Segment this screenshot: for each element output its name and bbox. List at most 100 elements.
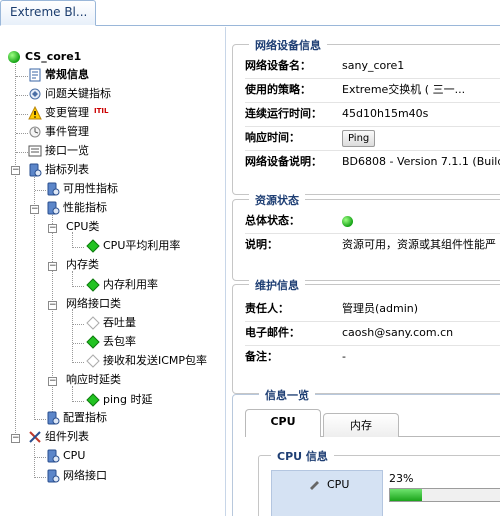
tree-connector (73, 324, 84, 325)
tree-item-label: CPU平均利用率 (103, 239, 181, 252)
collapse-toggle[interactable]: − (48, 301, 57, 310)
tree-item-label: 吞吐量 (103, 316, 136, 329)
field-label: 责任人： (245, 302, 289, 315)
tree-item-label: 丢包率 (103, 335, 136, 348)
section-title: 信息一览 (259, 387, 315, 403)
detail-panel: 网络设备信息 网络设备名： sany_core1 装 使用的策略： Extrem… (227, 27, 500, 516)
tree-item-label: 指标列表 (45, 163, 89, 176)
email-link[interactable]: caosh@sany.com.cn (342, 322, 453, 344)
tab-memory[interactable]: 内存 (323, 413, 399, 437)
field-label: 说明： (245, 238, 278, 251)
tree-connector (16, 152, 28, 153)
tree-connector (72, 309, 73, 363)
tree-item-label: 常规信息 (45, 68, 89, 81)
device-name-value: sany_core1 (342, 59, 405, 72)
itil-badge: ITIL (94, 107, 109, 115)
event-icon (28, 125, 42, 139)
tree-connector (16, 76, 28, 77)
status-ok-icon (342, 215, 353, 227)
tree-item-label: 问题关键指标 (45, 87, 111, 100)
green-diamond-icon (86, 335, 100, 349)
tree-item-label: CPU (63, 449, 86, 462)
tree-connector (73, 362, 84, 363)
empty-diamond-icon (86, 316, 100, 330)
field-label: 网络设备说明： (245, 155, 322, 168)
policy-value[interactable]: Extreme交换机 ( 三一... (342, 79, 465, 101)
indicator-icon (46, 411, 60, 425)
uptime-value: 45d10h15m40s (342, 107, 429, 120)
collapse-toggle[interactable]: − (30, 205, 39, 214)
cpu-label-cell: CPU (271, 470, 383, 516)
tree-connector (35, 457, 46, 458)
tree-item-label: 可用性指标 (63, 182, 118, 195)
section-title: 资源状态 (249, 192, 305, 208)
indicator-icon (46, 469, 60, 483)
section-title: 网络设备信息 (249, 37, 327, 53)
maintenance-section: 维护信息 责任人： 管理员(admin) 电子邮件： caosh@sany.co… (232, 277, 500, 394)
device-tab[interactable]: Extreme Bl... (0, 0, 96, 26)
indicator-icon (46, 201, 60, 215)
tree-item-label: 组件列表 (45, 430, 89, 443)
tree-connector (35, 419, 46, 420)
collapse-toggle[interactable]: − (48, 377, 57, 386)
tree-connector (35, 477, 46, 478)
folder-indicator-icon (28, 163, 42, 177)
field-label: 备注： (245, 350, 278, 363)
tree-item-label: 内存利用率 (103, 278, 158, 291)
document-icon (28, 68, 42, 82)
collapse-toggle[interactable]: − (48, 262, 57, 271)
tree-item-label: 内存类 (66, 258, 99, 271)
section-title: 维护信息 (249, 277, 305, 293)
tree-item-label: 网络接口 (63, 469, 107, 482)
tree-connector (16, 114, 28, 115)
collapse-toggle[interactable]: − (11, 434, 20, 443)
tree-item-label: 事件管理 (45, 125, 89, 138)
field-label: 总体状态： (245, 214, 300, 227)
tree-connector (16, 133, 28, 134)
top-tab-bar: Extreme Bl... (0, 0, 500, 26)
green-diamond-icon (86, 278, 100, 292)
cpu-info-box: CPU 信息 CPU 23% (258, 448, 500, 516)
key-indicator-icon (28, 87, 42, 101)
tree-item-label: 变更管理 (45, 106, 89, 119)
tree-item-label: CPU类 (66, 220, 100, 233)
device-info-section: 网络设备信息 网络设备名： sany_core1 装 使用的策略： Extrem… (232, 37, 500, 195)
remark-value: - (342, 350, 346, 363)
tree-item-label: 接收和发送ICMP包率 (103, 354, 208, 367)
green-diamond-icon (86, 393, 100, 407)
status-note-value: 资源可用，资源或其组件性能严 (342, 238, 496, 251)
list-icon (28, 144, 42, 158)
cpu-progress-fill (390, 489, 422, 501)
cpu-box-title: CPU 信息 (271, 448, 334, 464)
tab-cpu[interactable]: CPU (245, 409, 321, 437)
collapse-toggle[interactable]: − (11, 166, 20, 175)
status-ok-icon (8, 51, 20, 63)
field-label: 连续运行时间： (245, 107, 322, 120)
ping-button[interactable]: Ping (342, 130, 376, 147)
tree-connector (52, 213, 53, 418)
cpu-label: CPU (327, 478, 350, 491)
overview-tab-bar: CPU 内存 (245, 409, 500, 437)
field-label: 网络设备名： (245, 59, 311, 72)
tree-connector (35, 190, 46, 191)
tree-item-label: 性能指标 (63, 201, 107, 214)
cpu-chip-icon (308, 479, 320, 494)
tools-icon (28, 430, 42, 444)
tree-connector (15, 64, 16, 435)
tree-connector (73, 286, 84, 287)
tree-connector (73, 401, 84, 402)
collapse-toggle[interactable]: − (48, 224, 57, 233)
field-label: 电子邮件： (245, 326, 300, 339)
indicator-icon (46, 182, 60, 196)
cpu-percent-text: 23% (389, 472, 414, 485)
tree-item-label: 网络接口类 (66, 297, 121, 310)
resource-status-section: 资源状态 总体状态： 说明： 资源可用，资源或其组件性能严 (232, 192, 500, 281)
description-value: BD6808 - Version 7.1.1 (Build (342, 155, 500, 168)
green-diamond-icon (86, 239, 100, 253)
tree-connector (73, 247, 84, 248)
field-label: 响应时间： (245, 131, 300, 144)
tree-item-label: 配置指标 (63, 411, 107, 424)
tree-item-label: ping 时延 (103, 393, 153, 406)
owner-value: 管理员(admin) (342, 302, 419, 315)
